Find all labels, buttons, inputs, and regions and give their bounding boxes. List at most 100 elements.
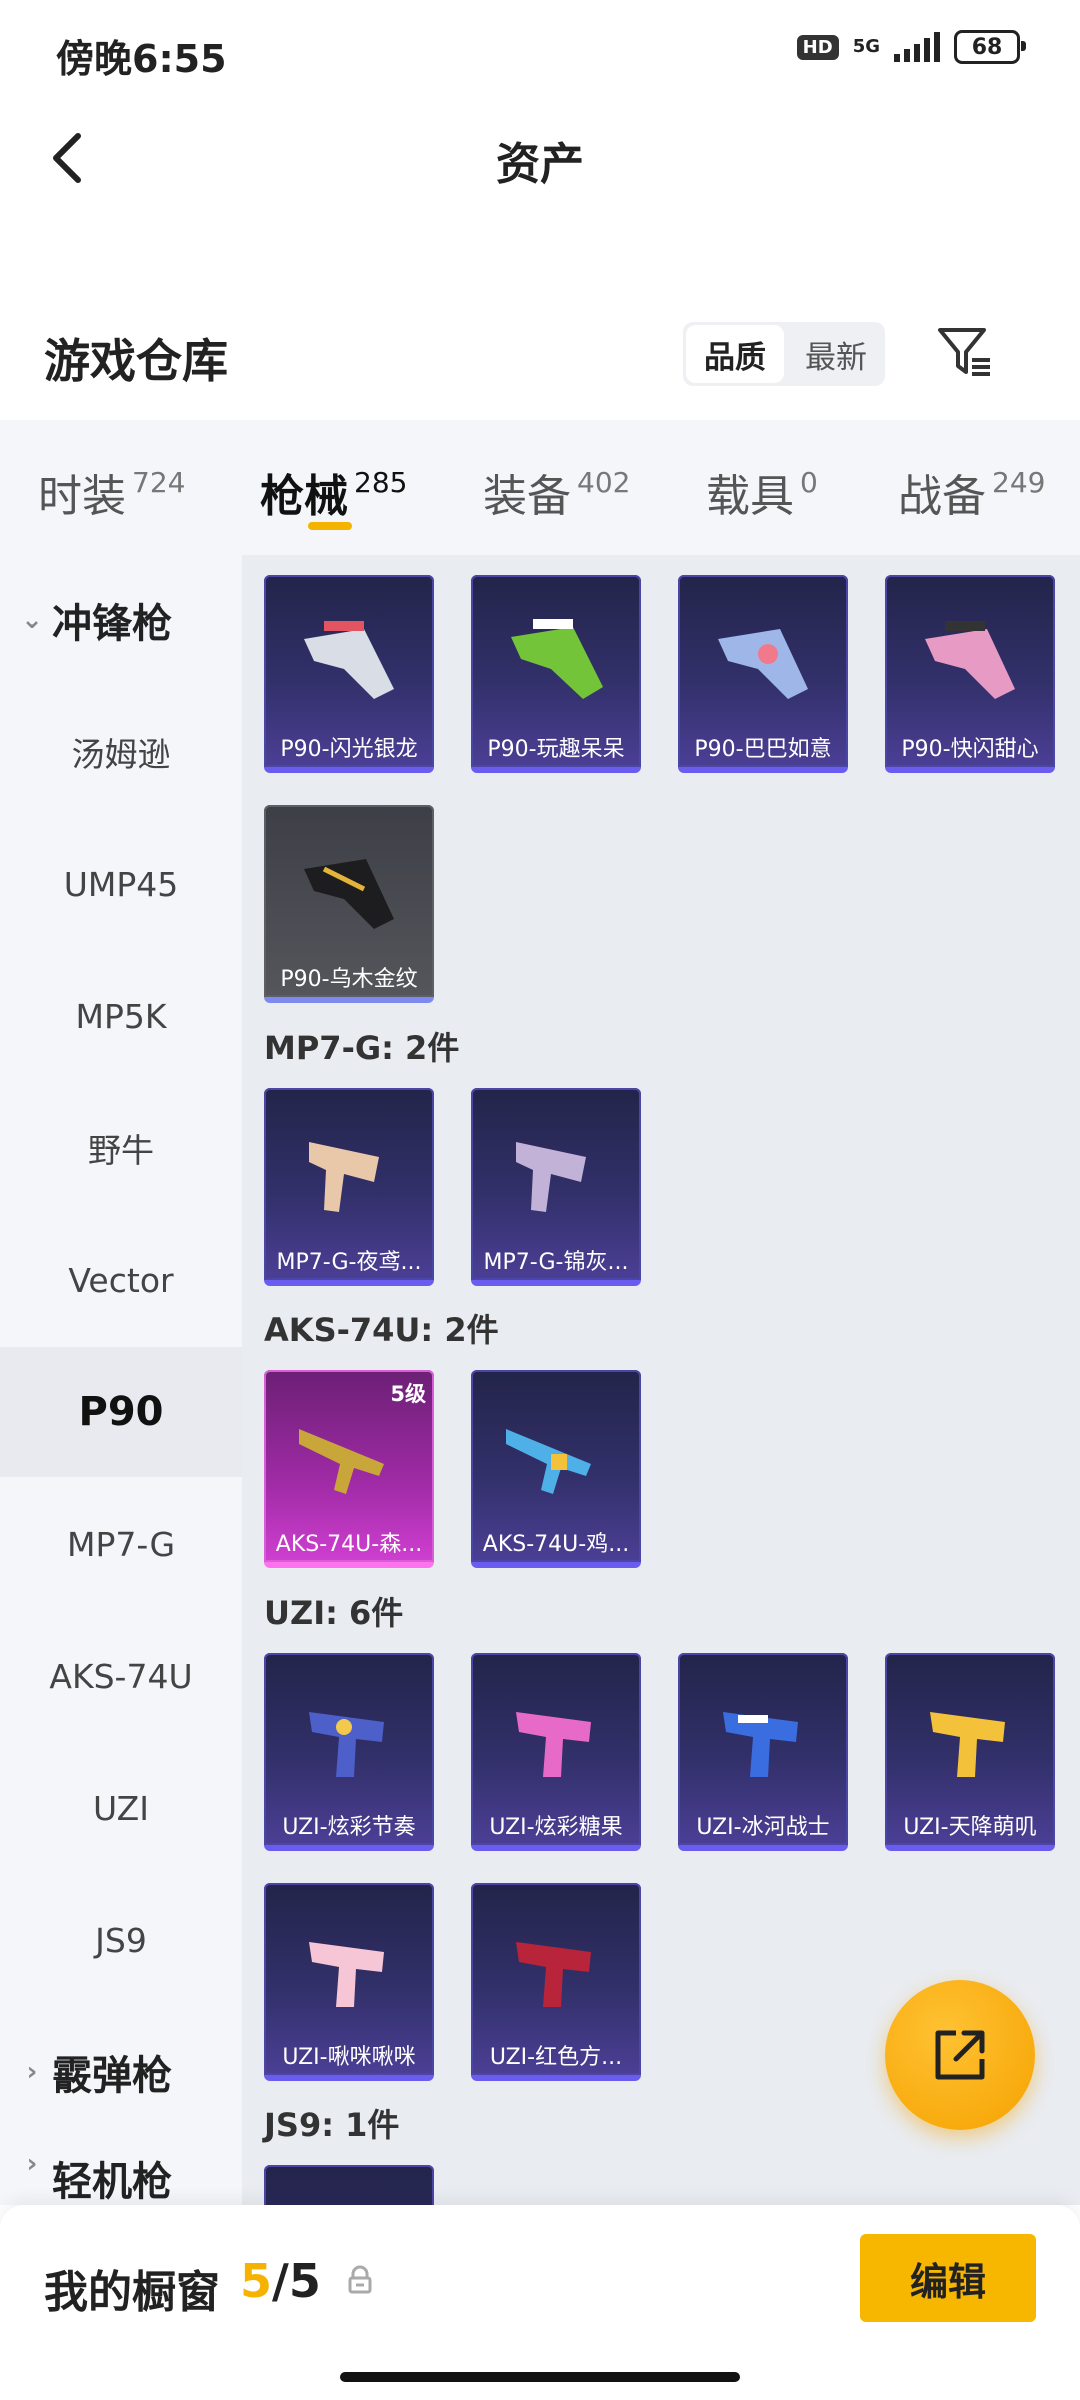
share-button[interactable]: [885, 1980, 1035, 2130]
weapon-card[interactable]: UZI-啾咪啾咪: [264, 1883, 434, 2081]
sidebar-item-aks74u[interactable]: AKS-74U: [0, 1611, 242, 1741]
hd-icon: HD: [796, 34, 839, 60]
network-label: 5G: [852, 36, 880, 57]
sidebar-category-label: 冲锋枪: [52, 601, 172, 647]
tab-label: 载具: [706, 471, 794, 522]
tab-label: 装备: [483, 471, 571, 522]
sidebar-item-bizon[interactable]: 野牛: [0, 1083, 242, 1213]
p90-skin-icon: [304, 859, 394, 929]
sidebar-item-mp5k[interactable]: MP5K: [0, 951, 242, 1081]
tab-label: 枪械: [260, 471, 348, 522]
tab-fashion[interactable]: 时装 724: [38, 460, 185, 524]
weapon-card[interactable]: UZI-冰河战士: [678, 1653, 848, 1851]
sidebar-item-uzi[interactable]: UZI: [0, 1743, 242, 1873]
battery-level: 68: [971, 34, 1003, 60]
tab-count: 0: [800, 466, 818, 499]
page-title: 资产: [496, 139, 584, 190]
sidebar-category-smg[interactable]: ⌄ 冲锋枪: [0, 555, 242, 685]
sidebar-item-ump45[interactable]: UMP45: [0, 819, 242, 949]
sidebar-category-label: 霰弹枪: [52, 2053, 172, 2099]
tab-count: 285: [354, 466, 408, 499]
status-icons: HD 5G 68: [796, 30, 1026, 64]
weapon-card[interactable]: MP7-G-夜鸢...: [264, 1088, 434, 1286]
p90-skin-icon: [718, 629, 808, 699]
weapon-name: UZI-天降萌叽: [903, 1815, 1037, 1840]
sidebar-item-thompson[interactable]: 汤姆逊: [0, 687, 242, 817]
sidebar-category-shotgun[interactable]: › 霰弹枪: [0, 2007, 242, 2137]
weapon-card[interactable]: 5级 AKS-74U-森...: [264, 1370, 434, 1568]
filter-icon[interactable]: [934, 322, 994, 382]
share-out-icon: [935, 2030, 985, 2080]
showcase-total: /5: [272, 2254, 321, 2308]
sidebar-item-p90[interactable]: P90: [0, 1347, 242, 1477]
weapon-card[interactable]: UZI-红色方...: [471, 1883, 641, 2081]
tab-count: 249: [992, 466, 1046, 499]
category-tabs: 时装 724 枪械 285 装备 402 载具 0 战备 249: [0, 420, 1080, 555]
weapon-card[interactable]: P90-乌木金纹: [264, 805, 434, 1003]
weapon-card[interactable]: P90-闪光银龙: [264, 575, 434, 773]
weapon-name: AKS-74U-森...: [275, 1532, 423, 1557]
sidebar-item-mp7g[interactable]: MP7-G: [0, 1479, 242, 1609]
warehouse-title: 游戏仓库: [44, 334, 228, 388]
sort-toggle[interactable]: 品质 最新: [683, 322, 885, 386]
mp7-skin-icon: [309, 1142, 379, 1212]
showcase-count: 5/5: [240, 2254, 321, 2308]
weapon-name: P90-玩趣呆呆: [487, 737, 625, 762]
tab-label: 时装: [38, 471, 126, 522]
tab-equipment[interactable]: 装备 402: [483, 460, 630, 524]
active-tab-indicator: [308, 522, 352, 530]
signal-icon: [894, 32, 940, 62]
weapon-card[interactable]: UZI-炫彩糖果: [471, 1653, 641, 1851]
uzi-skin-icon: [930, 1712, 1005, 1777]
sort-newest[interactable]: 最新: [787, 322, 885, 386]
weapon-card[interactable]: UZI-天降萌叽: [885, 1653, 1055, 1851]
sidebar-item-vector[interactable]: Vector: [0, 1215, 242, 1345]
weapon-card[interactable]: [264, 2165, 434, 2205]
home-indicator[interactable]: [340, 2372, 740, 2382]
weapon-name: MP7-G-锦灰...: [483, 1250, 629, 1275]
lock-icon: [348, 2265, 372, 2294]
uzi-skin-icon: [309, 1712, 384, 1777]
weapon-card[interactable]: P90-玩趣呆呆: [471, 575, 641, 773]
weapon-name: MP7-G-夜鸢...: [276, 1250, 422, 1275]
status-time: 傍晚6:55: [56, 37, 227, 81]
weapon-name: UZI-啾咪啾咪: [282, 2045, 416, 2070]
uzi-skin-icon: [516, 1942, 591, 2007]
weapon-name: P90-巴巴如意: [694, 737, 832, 762]
weapon-card[interactable]: MP7-G-锦灰...: [471, 1088, 641, 1286]
tab-label: 战备: [898, 471, 986, 522]
tab-vehicles[interactable]: 载具 0: [706, 460, 818, 524]
weapon-grid: P90-闪光银龙 P90-玩趣呆呆 P90-巴巴如意 P90-快闪甜心 P90-…: [242, 555, 1080, 2205]
sort-quality[interactable]: 品质: [686, 325, 784, 383]
weapon-sidebar: ⌄ 冲锋枪 汤姆逊 UMP45 MP5K 野牛 Vector P90 MP7-G …: [0, 555, 242, 2205]
tab-count: 724: [132, 466, 186, 499]
group-title-js9: JS9: 1件: [264, 2106, 400, 2144]
weapon-name: AKS-74U-鸡...: [482, 1532, 630, 1557]
tab-guns[interactable]: 枪械 285: [260, 460, 407, 524]
weapon-card[interactable]: UZI-炫彩节奏: [264, 1653, 434, 1851]
showcase-current: 5: [240, 2254, 273, 2308]
weapon-name: UZI-炫彩节奏: [282, 1815, 416, 1840]
uzi-skin-icon: [309, 1942, 384, 2007]
weapon-name: UZI-炫彩糖果: [489, 1815, 623, 1840]
weapon-card[interactable]: P90-巴巴如意: [678, 575, 848, 773]
level-badge: 5级: [390, 1382, 426, 1406]
group-title-uzi: UZI: 6件: [264, 1594, 404, 1632]
weapon-card[interactable]: AKS-74U-鸡...: [471, 1370, 641, 1568]
edit-button[interactable]: 编辑: [860, 2234, 1036, 2322]
sidebar-category-label: 轻机枪: [52, 2159, 172, 2205]
showcase-label: 我的橱窗: [44, 2267, 220, 2318]
tab-supplies[interactable]: 战备 249: [898, 460, 1045, 524]
chevron-right-icon: ›: [26, 2057, 38, 2087]
weapon-card[interactable]: P90-快闪甜心: [885, 575, 1055, 773]
tab-count: 402: [577, 466, 631, 499]
sidebar-item-js9[interactable]: JS9: [0, 1875, 242, 2005]
chevron-down-icon: ⌄: [21, 605, 43, 635]
chevron-right-icon: ›: [26, 2149, 38, 2179]
p90-skin-icon: [304, 621, 394, 699]
group-title-aks74u: AKS-74U: 2件: [264, 1311, 499, 1349]
battery-icon: 68: [954, 30, 1026, 64]
weapon-name: UZI-冰河战士: [696, 1815, 830, 1840]
aks-skin-icon: [506, 1429, 591, 1494]
weapon-name: P90-乌木金纹: [280, 967, 418, 992]
